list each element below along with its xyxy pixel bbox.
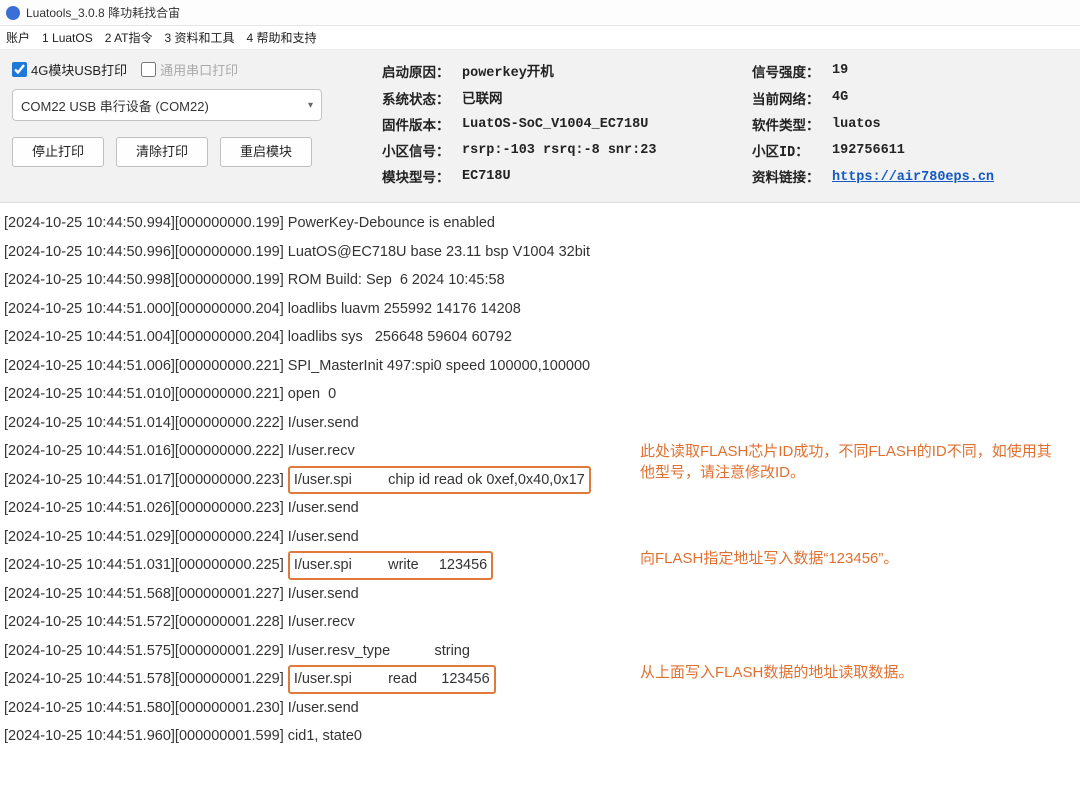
menu-docs[interactable]: 3 资料和工具: [165, 29, 235, 46]
label-sysstate: 系统状态：: [382, 88, 462, 108]
label-cellsig: 小区信号：: [382, 140, 462, 160]
value-cellsig: rsrp:-103 rsrq:-8 snr:23: [462, 143, 752, 158]
clear-print-button[interactable]: 清除打印: [116, 137, 208, 167]
menu-account[interactable]: 账户: [6, 29, 30, 46]
log-line: [2024-10-25 10:44:51.960][000000001.599]…: [4, 722, 1076, 751]
doc-link[interactable]: https://air780eps.cn: [832, 170, 994, 185]
log-line: [2024-10-25 10:44:51.572][000000001.228]…: [4, 608, 1076, 637]
com-port-value: COM22 USB 串行设备 (COM22): [21, 96, 209, 115]
value-sysstate: 已联网: [462, 87, 752, 108]
log-line: [2024-10-25 10:44:51.014][000000000.222]…: [4, 409, 1076, 438]
value-cellid: 192756611: [832, 143, 1052, 158]
log-line: [2024-10-25 10:44:50.998][000000000.199]…: [4, 266, 1076, 295]
annotation-write: 向FLASH指定地址写入数据“123456”。: [640, 548, 1060, 569]
log-line: [2024-10-25 10:44:51.029][000000000.224]…: [4, 523, 1076, 552]
value-network: 4G: [832, 90, 1052, 105]
spi-read-box: I/user.spi read 123456: [288, 665, 496, 694]
log-output: [2024-10-25 10:44:50.994][000000000.199]…: [0, 203, 1080, 757]
label-module: 模块型号：: [382, 166, 462, 186]
annotation-chipid: 此处读取FLASH芯片ID成功，不同FLASH的ID不同，如使用其他型号，请注意…: [640, 441, 1060, 483]
label-cellid: 小区ID：: [752, 140, 832, 160]
value-module: EC718U: [462, 169, 752, 184]
menubar: 账户 1 LuatOS 2 AT指令 3 资料和工具 4 帮助和支持: [0, 26, 1080, 50]
label-fw: 固件版本：: [382, 114, 462, 134]
chevron-down-icon: ▾: [308, 100, 313, 111]
label-doclink: 资料链接：: [752, 166, 832, 186]
menu-help[interactable]: 4 帮助和支持: [247, 29, 317, 46]
menu-at[interactable]: 2 AT指令: [105, 29, 153, 46]
app-logo-icon: [6, 6, 20, 20]
spi-write-box: I/user.spi write 123456: [288, 551, 493, 580]
serial-print-checkbox[interactable]: 通用串口打印: [141, 60, 238, 79]
usb-print-checkbox[interactable]: 4G模块USB打印: [12, 60, 127, 79]
label-swtype: 软件类型：: [752, 114, 832, 134]
window-title: Luatools_3.0.8 降功耗找合宙: [26, 4, 180, 21]
value-boot-reason: powerkey开机: [462, 60, 752, 81]
usb-print-label: 4G模块USB打印: [31, 60, 127, 79]
titlebar: Luatools_3.0.8 降功耗找合宙: [0, 0, 1080, 26]
spi-chipid-box: I/user.spi chip id read ok 0xef,0x40,0x1…: [288, 466, 591, 495]
annotation-read: 从上面写入FLASH数据的地址读取数据。: [640, 662, 1060, 683]
log-line: [2024-10-25 10:44:51.575][000000001.229]…: [4, 637, 1076, 666]
restart-module-button[interactable]: 重启模块: [220, 137, 312, 167]
log-line: [2024-10-25 10:44:51.026][000000000.223]…: [4, 494, 1076, 523]
usb-print-input[interactable]: [12, 62, 27, 77]
label-network: 当前网络：: [752, 88, 832, 108]
value-signal: 19: [832, 63, 1052, 78]
device-info-grid: 启动原因： powerkey开机 信号强度： 19 系统状态： 已联网 当前网络…: [382, 60, 1052, 186]
control-panel: 4G模块USB打印 通用串口打印 COM22 USB 串行设备 (COM22) …: [0, 50, 1080, 203]
value-swtype: luatos: [832, 117, 1052, 132]
com-port-select[interactable]: COM22 USB 串行设备 (COM22) ▾: [12, 89, 322, 121]
log-line: [2024-10-25 10:44:50.994][000000000.199]…: [4, 209, 1076, 238]
log-line: [2024-10-25 10:44:51.580][000000001.230]…: [4, 694, 1076, 723]
label-boot-reason: 启动原因：: [382, 61, 462, 81]
stop-print-button[interactable]: 停止打印: [12, 137, 104, 167]
log-line: [2024-10-25 10:44:50.996][000000000.199]…: [4, 238, 1076, 267]
label-signal: 信号强度：: [752, 61, 832, 81]
serial-print-label: 通用串口打印: [160, 60, 238, 79]
log-line: [2024-10-25 10:44:51.568][000000001.227]…: [4, 580, 1076, 609]
serial-print-input[interactable]: [141, 62, 156, 77]
log-line: [2024-10-25 10:44:51.006][000000000.221]…: [4, 352, 1076, 381]
log-line: [2024-10-25 10:44:51.000][000000000.204]…: [4, 295, 1076, 324]
menu-luatos[interactable]: 1 LuatOS: [42, 31, 93, 45]
log-line: [2024-10-25 10:44:51.004][000000000.204]…: [4, 323, 1076, 352]
value-fw: LuatOS-SoC_V1004_EC718U: [462, 117, 752, 132]
log-line: [2024-10-25 10:44:51.010][000000000.221]…: [4, 380, 1076, 409]
